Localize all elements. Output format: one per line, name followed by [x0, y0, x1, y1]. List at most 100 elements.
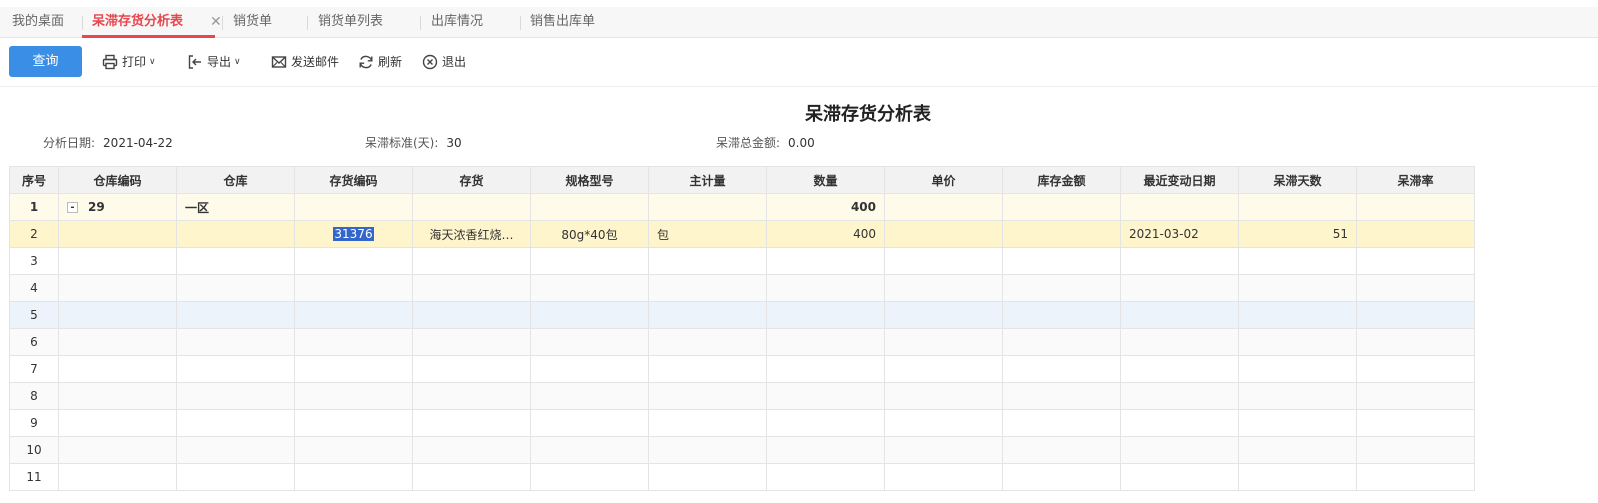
- tab-separator: [520, 16, 521, 30]
- cell-seq: 10: [9, 436, 59, 464]
- cell-seq: 11: [9, 463, 59, 491]
- tab-separator: [420, 16, 421, 30]
- report-title: 呆滞存货分析表: [805, 104, 931, 125]
- export-label: 导出: [207, 55, 232, 69]
- tab-my-desktop[interactable]: 我的桌面: [12, 7, 64, 37]
- column-header-quantity[interactable]: 数量: [766, 166, 885, 194]
- stale-total-label: 呆滞总金额:: [716, 136, 781, 150]
- stale-total-amount: 呆滞总金额: 0.00: [716, 134, 815, 151]
- chevron-down-icon: ∨: [234, 57, 241, 67]
- tab-label: 呆滞存货分析表: [92, 14, 184, 29]
- tab-separator: [222, 16, 223, 30]
- table-row[interactable]: 10: [9, 436, 1475, 464]
- cell-price: [884, 220, 1003, 248]
- cell-warehouse: [176, 220, 295, 248]
- table-row[interactable]: 9: [9, 409, 1475, 437]
- tab-label: 销货单列表: [318, 14, 384, 29]
- tab-sales-outbound-order[interactable]: 销售出库单: [530, 7, 595, 37]
- stale-standard: 呆滞标准(天): 30: [365, 134, 462, 151]
- tab-slow-moving-inventory-analysis[interactable]: 呆滞存货分析表 ✕: [82, 7, 222, 38]
- column-header-warehouse-code[interactable]: 仓库编码: [58, 166, 177, 194]
- refresh-button[interactable]: 刷新: [358, 52, 406, 72]
- cell-price: [884, 193, 1003, 221]
- cell-stale-rate: [1356, 193, 1475, 221]
- tab-bar: 我的桌面 呆滞存货分析表 ✕ 销货单 销货单列表 出库情况 销售出库单: [0, 7, 1598, 38]
- tab-sales-invoice-list[interactable]: 销货单列表: [318, 7, 383, 37]
- tab-separator: [82, 16, 83, 30]
- printer-icon: [102, 54, 118, 70]
- item-code-link[interactable]: 31376: [333, 227, 374, 241]
- cell-item-code[interactable]: 31376: [294, 220, 413, 248]
- close-circle-icon: [422, 54, 438, 70]
- export-button[interactable]: 导出 ∨: [187, 52, 247, 72]
- refresh-icon: [359, 55, 373, 69]
- cell-warehouse-code: -29: [58, 193, 177, 221]
- close-icon[interactable]: ✕: [210, 7, 222, 37]
- column-header-price[interactable]: 单价: [884, 166, 1003, 194]
- print-button[interactable]: 打印 ∨: [102, 52, 162, 72]
- table-row[interactable]: 5: [9, 301, 1475, 329]
- column-header-item-code[interactable]: 存货编码: [294, 166, 413, 194]
- cell-spec: 80g*40包: [530, 220, 649, 248]
- column-header-spec[interactable]: 规格型号: [530, 166, 649, 194]
- column-header-stale-rate[interactable]: 呆滞率: [1356, 166, 1475, 194]
- tab-label: 出库情况: [431, 14, 484, 29]
- column-header-seq[interactable]: 序号: [9, 166, 59, 194]
- send-email-label: 发送邮件: [291, 55, 340, 69]
- send-email-button[interactable]: 发送邮件: [271, 52, 343, 72]
- toolbar: 查询 打印 ∨ 导出 ∨ 发送邮件 刷新 退出: [0, 38, 1598, 87]
- table-row[interactable]: 8: [9, 382, 1475, 410]
- table-row[interactable]: 11: [9, 463, 1475, 491]
- cell-last-change-date: [1120, 193, 1239, 221]
- column-header-warehouse[interactable]: 仓库: [176, 166, 295, 194]
- cell-stale-rate: [1356, 220, 1475, 248]
- query-button[interactable]: 查询: [9, 46, 82, 77]
- cell-warehouse: 一区: [176, 193, 295, 221]
- exit-label: 退出: [442, 55, 467, 69]
- cell-warehouse-code: [58, 220, 177, 248]
- tab-sales-invoice[interactable]: 销货单: [233, 7, 272, 37]
- analysis-date-value: 2021-04-22: [103, 136, 173, 150]
- exit-button[interactable]: 退出: [422, 52, 468, 72]
- tab-label: 销货单: [233, 14, 273, 29]
- cell-seq: 3: [9, 247, 59, 275]
- cell-seq: 7: [9, 355, 59, 383]
- cell-stale-days: 51: [1238, 220, 1357, 248]
- cell-unit: 包: [648, 220, 767, 248]
- chevron-down-icon: ∨: [149, 57, 156, 67]
- column-header-unit[interactable]: 主计量: [648, 166, 767, 194]
- cell-item: [412, 193, 531, 221]
- table-row[interactable]: 4: [9, 274, 1475, 302]
- print-label: 打印: [122, 55, 147, 69]
- table-row[interactable]: 1 -29 一区 400: [9, 193, 1475, 221]
- cell-stock-amount: [1002, 220, 1121, 248]
- tab-outbound-status[interactable]: 出库情况: [431, 7, 483, 37]
- table-row[interactable]: 3: [9, 247, 1475, 275]
- cell-stale-days: [1238, 193, 1357, 221]
- cell-stock-amount: [1002, 193, 1121, 221]
- stale-standard-value: 30: [446, 136, 462, 150]
- column-header-stock-amount[interactable]: 库存金额: [1002, 166, 1121, 194]
- column-header-last-change-date[interactable]: 最近变动日期: [1120, 166, 1239, 194]
- table-row[interactable]: 6: [9, 328, 1475, 356]
- cell-quantity: 400: [766, 220, 885, 248]
- cell-quantity: 400: [766, 193, 885, 221]
- table-row[interactable]: 2 31376 海天浓香红烧… 80g*40包 包 400 2021-03-02…: [9, 220, 1475, 248]
- cell-seq: 2: [9, 220, 59, 248]
- tab-label: 销售出库单: [530, 14, 596, 29]
- cell-unit: [648, 193, 767, 221]
- cell-seq: 9: [9, 409, 59, 437]
- stale-total-value: 0.00: [788, 136, 815, 150]
- refresh-label: 刷新: [378, 55, 403, 69]
- column-header-item[interactable]: 存货: [412, 166, 531, 194]
- cell-seq: 6: [9, 328, 59, 356]
- analysis-date-label: 分析日期:: [43, 136, 96, 150]
- cell-seq: 5: [9, 301, 59, 329]
- inventory-grid: 序号 仓库编码 仓库 存货编码 存货 规格型号 主计量 数量 单价 库存金额 最…: [9, 166, 1475, 491]
- column-header-stale-days[interactable]: 呆滞天数: [1238, 166, 1357, 194]
- cell-item[interactable]: 海天浓香红烧…: [412, 220, 531, 248]
- cell-seq: 8: [9, 382, 59, 410]
- collapse-toggle-icon[interactable]: -: [67, 202, 78, 213]
- table-row[interactable]: 7: [9, 355, 1475, 383]
- cell-seq: 1: [9, 193, 59, 221]
